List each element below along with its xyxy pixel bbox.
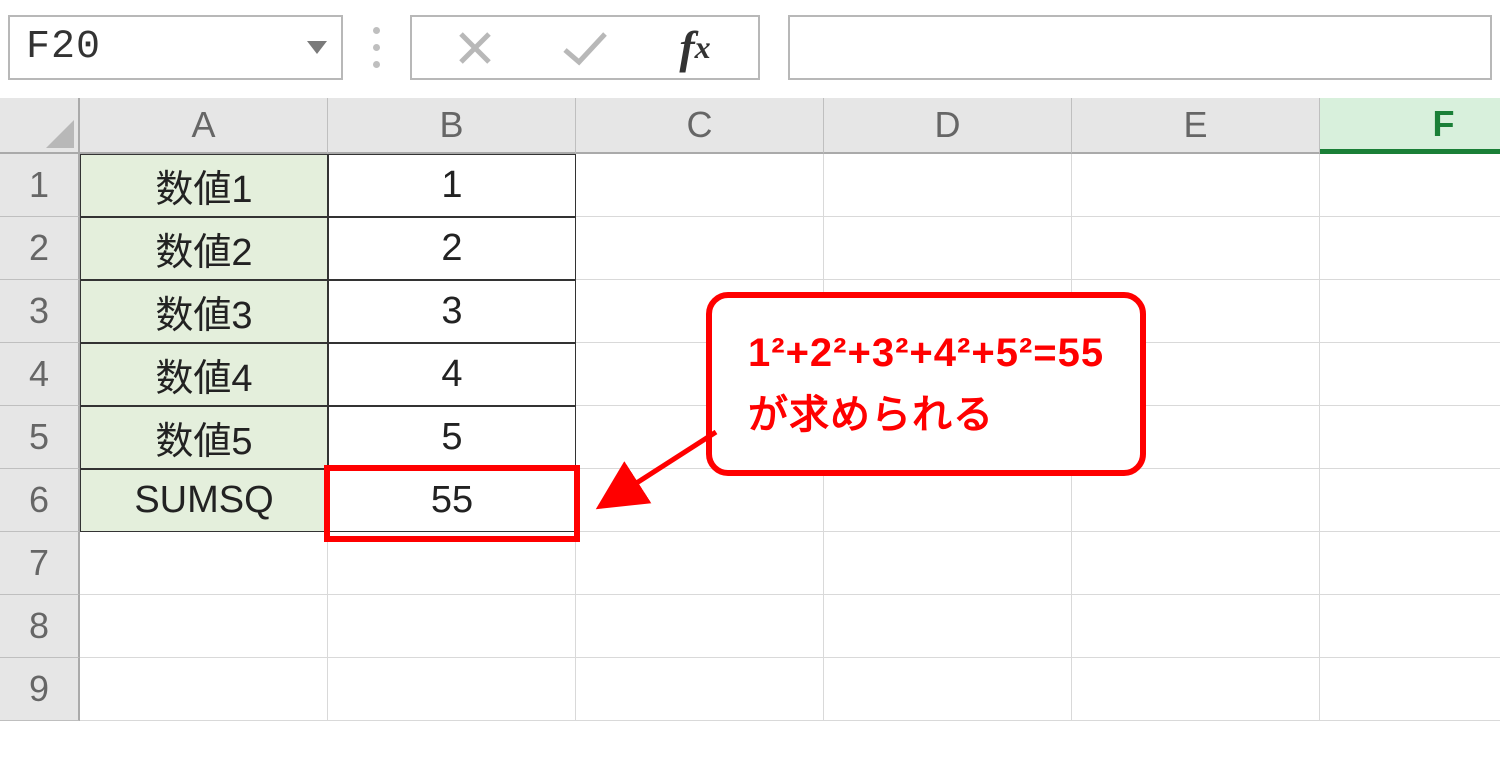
cell-d1[interactable] xyxy=(824,154,1072,217)
confirm-icon[interactable] xyxy=(530,17,640,78)
cell-f6[interactable] xyxy=(1320,469,1500,532)
row-header-5[interactable]: 5 xyxy=(0,406,80,469)
name-box[interactable]: F20 xyxy=(8,15,343,80)
cell-a5[interactable]: 数値5 xyxy=(80,406,328,469)
cell-c8[interactable] xyxy=(576,595,824,658)
cell-a2[interactable]: 数値2 xyxy=(80,217,328,280)
cell-f5[interactable] xyxy=(1320,406,1500,469)
cell-d8[interactable] xyxy=(824,595,1072,658)
row-headers: 123456789 xyxy=(0,154,80,721)
cell-a9[interactable] xyxy=(80,658,328,721)
cell-b5[interactable]: 5 xyxy=(328,406,576,469)
row-header-2[interactable]: 2 xyxy=(0,217,80,280)
column-headers: ABCDEF xyxy=(80,98,1500,154)
select-all-cell[interactable] xyxy=(0,98,80,154)
cell-c2[interactable] xyxy=(576,217,824,280)
cell-b6[interactable]: 55 xyxy=(328,469,576,532)
cell-f9[interactable] xyxy=(1320,658,1500,721)
cell-b2[interactable]: 2 xyxy=(328,217,576,280)
cancel-icon[interactable] xyxy=(420,17,530,78)
cell-a7[interactable] xyxy=(80,532,328,595)
cell-f7[interactable] xyxy=(1320,532,1500,595)
cell-c9[interactable] xyxy=(576,658,824,721)
cell-f3[interactable] xyxy=(1320,280,1500,343)
column-header-f[interactable]: F xyxy=(1320,98,1500,154)
callout-line1: 1²+2²+3²+4²+5²=55 xyxy=(748,322,1104,384)
cell-d6[interactable] xyxy=(824,469,1072,532)
column-header-b[interactable]: B xyxy=(328,98,576,154)
row-header-4[interactable]: 4 xyxy=(0,343,80,406)
cell-c1[interactable] xyxy=(576,154,824,217)
cell-e1[interactable] xyxy=(1072,154,1320,217)
separator-dots-icon xyxy=(371,15,382,80)
cell-b8[interactable] xyxy=(328,595,576,658)
column-header-d[interactable]: D xyxy=(824,98,1072,154)
insert-function-icon[interactable]: fx xyxy=(640,17,750,78)
cell-a1[interactable]: 数値1 xyxy=(80,154,328,217)
cell-e6[interactable] xyxy=(1072,469,1320,532)
cell-a3[interactable]: 数値3 xyxy=(80,280,328,343)
annotation-callout: 1²+2²+3²+4²+5²=55 が求められる xyxy=(706,292,1146,476)
cell-f2[interactable] xyxy=(1320,217,1500,280)
cell-b1[interactable]: 1 xyxy=(328,154,576,217)
column-header-e[interactable]: E xyxy=(1072,98,1320,154)
cell-f8[interactable] xyxy=(1320,595,1500,658)
name-box-text: F20 xyxy=(26,25,101,70)
row: 数値22 xyxy=(80,217,1500,280)
formula-buttons: fx xyxy=(410,15,760,80)
cell-d2[interactable] xyxy=(824,217,1072,280)
row: SUMSQ55 xyxy=(80,469,1500,532)
cell-e9[interactable] xyxy=(1072,658,1320,721)
cell-d9[interactable] xyxy=(824,658,1072,721)
cell-e2[interactable] xyxy=(1072,217,1320,280)
cell-b9[interactable] xyxy=(328,658,576,721)
cell-b7[interactable] xyxy=(328,532,576,595)
row-header-7[interactable]: 7 xyxy=(0,532,80,595)
cell-f4[interactable] xyxy=(1320,343,1500,406)
column-header-c[interactable]: C xyxy=(576,98,824,154)
formula-bar: F20 fx xyxy=(0,0,1500,98)
cell-b4[interactable]: 4 xyxy=(328,343,576,406)
formula-input[interactable] xyxy=(788,15,1492,80)
cell-c7[interactable] xyxy=(576,532,824,595)
cell-f1[interactable] xyxy=(1320,154,1500,217)
cell-b3[interactable]: 3 xyxy=(328,280,576,343)
row xyxy=(80,658,1500,721)
row-header-8[interactable]: 8 xyxy=(0,595,80,658)
row xyxy=(80,595,1500,658)
cell-a8[interactable] xyxy=(80,595,328,658)
chevron-down-icon[interactable] xyxy=(307,41,327,54)
row-header-1[interactable]: 1 xyxy=(0,154,80,217)
cell-d7[interactable] xyxy=(824,532,1072,595)
row-header-9[interactable]: 9 xyxy=(0,658,80,721)
cell-e7[interactable] xyxy=(1072,532,1320,595)
row-header-6[interactable]: 6 xyxy=(0,469,80,532)
callout-line2: が求められる xyxy=(748,384,1104,446)
cell-c6[interactable] xyxy=(576,469,824,532)
column-header-a[interactable]: A xyxy=(80,98,328,154)
row xyxy=(80,532,1500,595)
cell-e8[interactable] xyxy=(1072,595,1320,658)
row: 数値11 xyxy=(80,154,1500,217)
cell-a6[interactable]: SUMSQ xyxy=(80,469,328,532)
cell-a4[interactable]: 数値4 xyxy=(80,343,328,406)
row-header-3[interactable]: 3 xyxy=(0,280,80,343)
